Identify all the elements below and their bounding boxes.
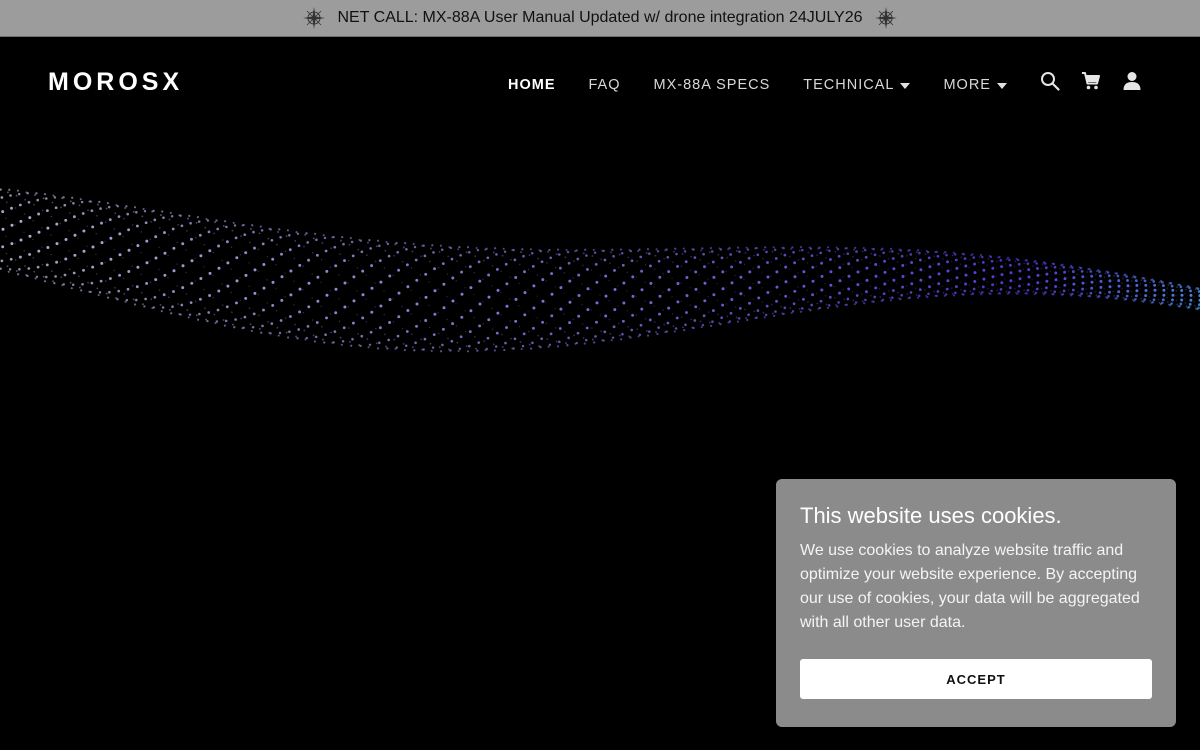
hero-particle-wave	[0, 188, 1200, 353]
nav-item-more[interactable]: MORE	[943, 77, 1007, 93]
caret-down-icon	[900, 82, 911, 89]
cart-icon[interactable]	[1081, 71, 1101, 91]
compass-icon	[874, 7, 897, 29]
nav-item-label: FAQ	[588, 77, 621, 93]
nav-item-label: TECHNICAL	[803, 77, 895, 93]
page: NET CALL: MX-88A User Manual Updated w/ …	[0, 0, 1200, 750]
cookie-title: This website uses cookies.	[800, 503, 1062, 528]
nav-item-specs[interactable]: MX-88A SPECS	[654, 77, 771, 93]
announcement-bar: NET CALL: MX-88A User Manual Updated w/ …	[0, 0, 1200, 37]
cookie-banner: This website uses cookies. We use cookie…	[776, 479, 1176, 727]
nav-item-label: MORE	[943, 77, 991, 93]
site-logo[interactable]: MOROSX	[48, 68, 183, 97]
header-actions	[1040, 71, 1142, 91]
user-icon[interactable]	[1122, 71, 1142, 91]
site-header: MOROSX HOME FAQ MX-88A SPECS TECHNICAL M…	[0, 38, 1200, 128]
nav-item-label: HOME	[508, 77, 556, 93]
nav-item-technical[interactable]: TECHNICAL	[803, 77, 911, 93]
cookie-body: We use cookies to analyze website traffi…	[800, 542, 1140, 631]
accept-button[interactable]: ACCEPT	[800, 659, 1152, 699]
nav-item-faq[interactable]: FAQ	[589, 77, 621, 93]
announcement-text: NET CALL: MX-88A User Manual Updated w/ …	[337, 9, 863, 26]
nav-item-home[interactable]: HOME	[508, 77, 556, 93]
nav-item-label: MX-88A SPECS	[653, 77, 771, 93]
caret-down-icon	[996, 82, 1007, 89]
compass-icon	[303, 7, 326, 29]
search-icon[interactable]	[1040, 71, 1060, 91]
main-nav: HOME FAQ MX-88A SPECS TECHNICAL MORE	[508, 77, 1007, 93]
